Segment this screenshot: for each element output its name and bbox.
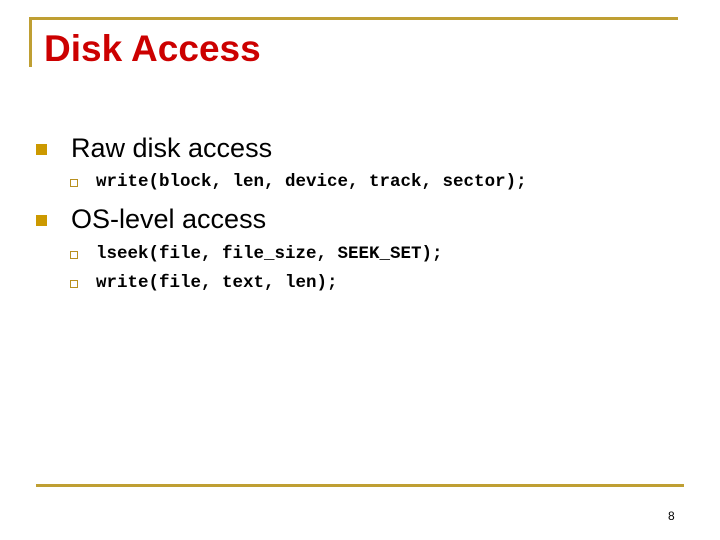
bullet-text: Raw disk access: [71, 133, 273, 163]
bullet-text: OS-level access: [71, 204, 267, 234]
hollow-square-bullet-icon: [70, 280, 78, 288]
square-bullet-icon: [36, 215, 47, 226]
hollow-square-bullet-icon: [70, 251, 78, 259]
code-text: write(file, text, len);: [96, 273, 338, 293]
slide-title: Disk Access: [44, 28, 261, 69]
footer-rule: [36, 484, 684, 487]
square-bullet-icon: [36, 144, 47, 155]
page-number: 8: [668, 509, 675, 523]
title-top-rule: [29, 17, 678, 20]
code-text: write(block, len, device, track, sector)…: [96, 172, 527, 192]
title-left-rule: [29, 17, 32, 67]
code-text: lseek(file, file_size, SEEK_SET);: [96, 244, 443, 264]
hollow-square-bullet-icon: [70, 179, 78, 187]
